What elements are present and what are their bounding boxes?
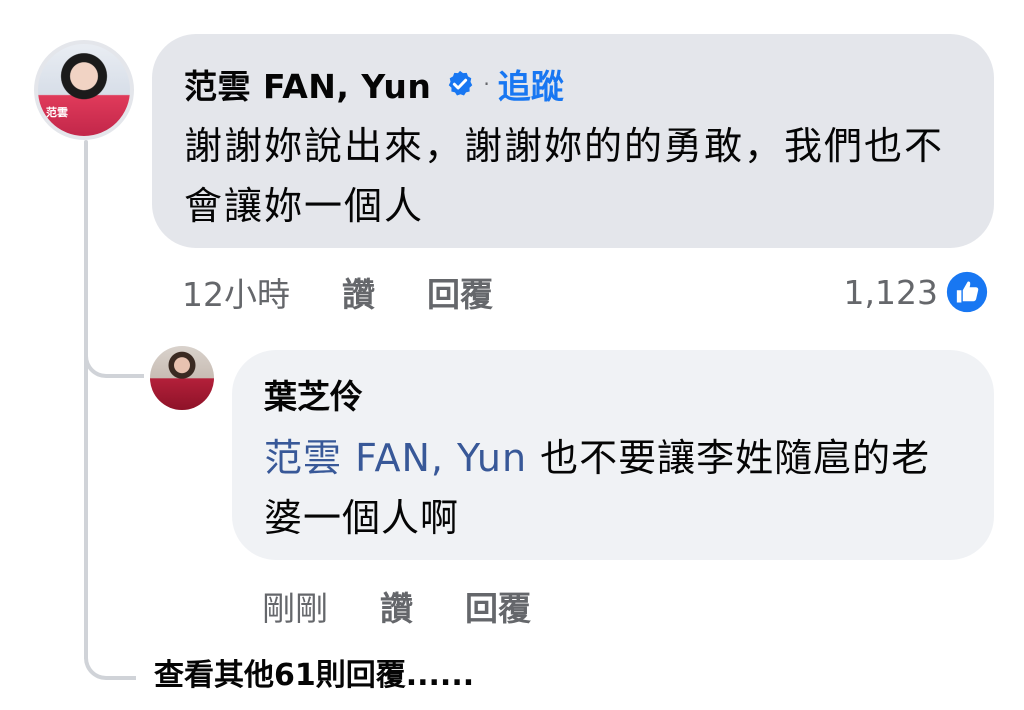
main-reply-button[interactable]: 回覆 [427,268,493,316]
reaction-summary[interactable]: 1,123 [844,262,988,322]
mention-link[interactable]: 范雲 FAN, Yun [264,436,527,480]
main-comment-time[interactable]: 12小時 [182,268,290,316]
comment-thread: 范雲 范雲 FAN, Yun · 追蹤 謝謝妳說出來，謝謝妳的的勇敢，我們也不會… [0,0,1024,710]
reply-reply-button[interactable]: 回覆 [465,582,531,630]
thread-line [84,140,88,660]
main-comment-author[interactable]: 范雲 FAN, Yun [184,60,431,108]
avatar-tag: 范雲 [46,106,68,119]
view-more-replies-link[interactable]: 查看其他61則回覆...... [154,650,474,694]
main-comment-actions: 12小時 讚 回覆 [182,262,545,322]
main-comment-header: 范雲 FAN, Yun · 追蹤 [184,60,962,108]
main-comment-text: 謝謝妳說出來，謝謝妳的的勇敢，我們也不會讓妳一個人 [184,124,945,228]
reply-comment-author[interactable]: 葉芝伶 [264,372,962,422]
main-like-button[interactable]: 讚 [342,268,375,316]
thread-branch-more [84,640,136,680]
thread-branch-reply [84,338,144,378]
reply-comment-time[interactable]: 剛剛 [262,582,328,630]
reply-comment-bubble: 葉芝伶 范雲 FAN, Yun 也不要讓李姓隨扈的老婆一個人啊 [232,350,994,560]
follow-button[interactable]: 追蹤 [498,60,564,108]
reply-comment-text: 范雲 FAN, Yun 也不要讓李姓隨扈的老婆一個人啊 [264,428,962,548]
like-thumb-icon [946,271,988,313]
reaction-count: 1,123 [843,272,938,312]
reply-comment-actions: 剛剛 讚 回覆 [262,576,583,636]
separator-dot: · [483,72,490,96]
avatar-main-commenter[interactable]: 范雲 [34,40,134,140]
avatar-reply-commenter[interactable] [150,346,214,410]
verified-badge-icon [449,70,473,96]
main-comment-bubble: 范雲 FAN, Yun · 追蹤 謝謝妳說出來，謝謝妳的的勇敢，我們也不會讓妳一… [152,34,994,248]
reply-like-button[interactable]: 讚 [380,582,413,630]
